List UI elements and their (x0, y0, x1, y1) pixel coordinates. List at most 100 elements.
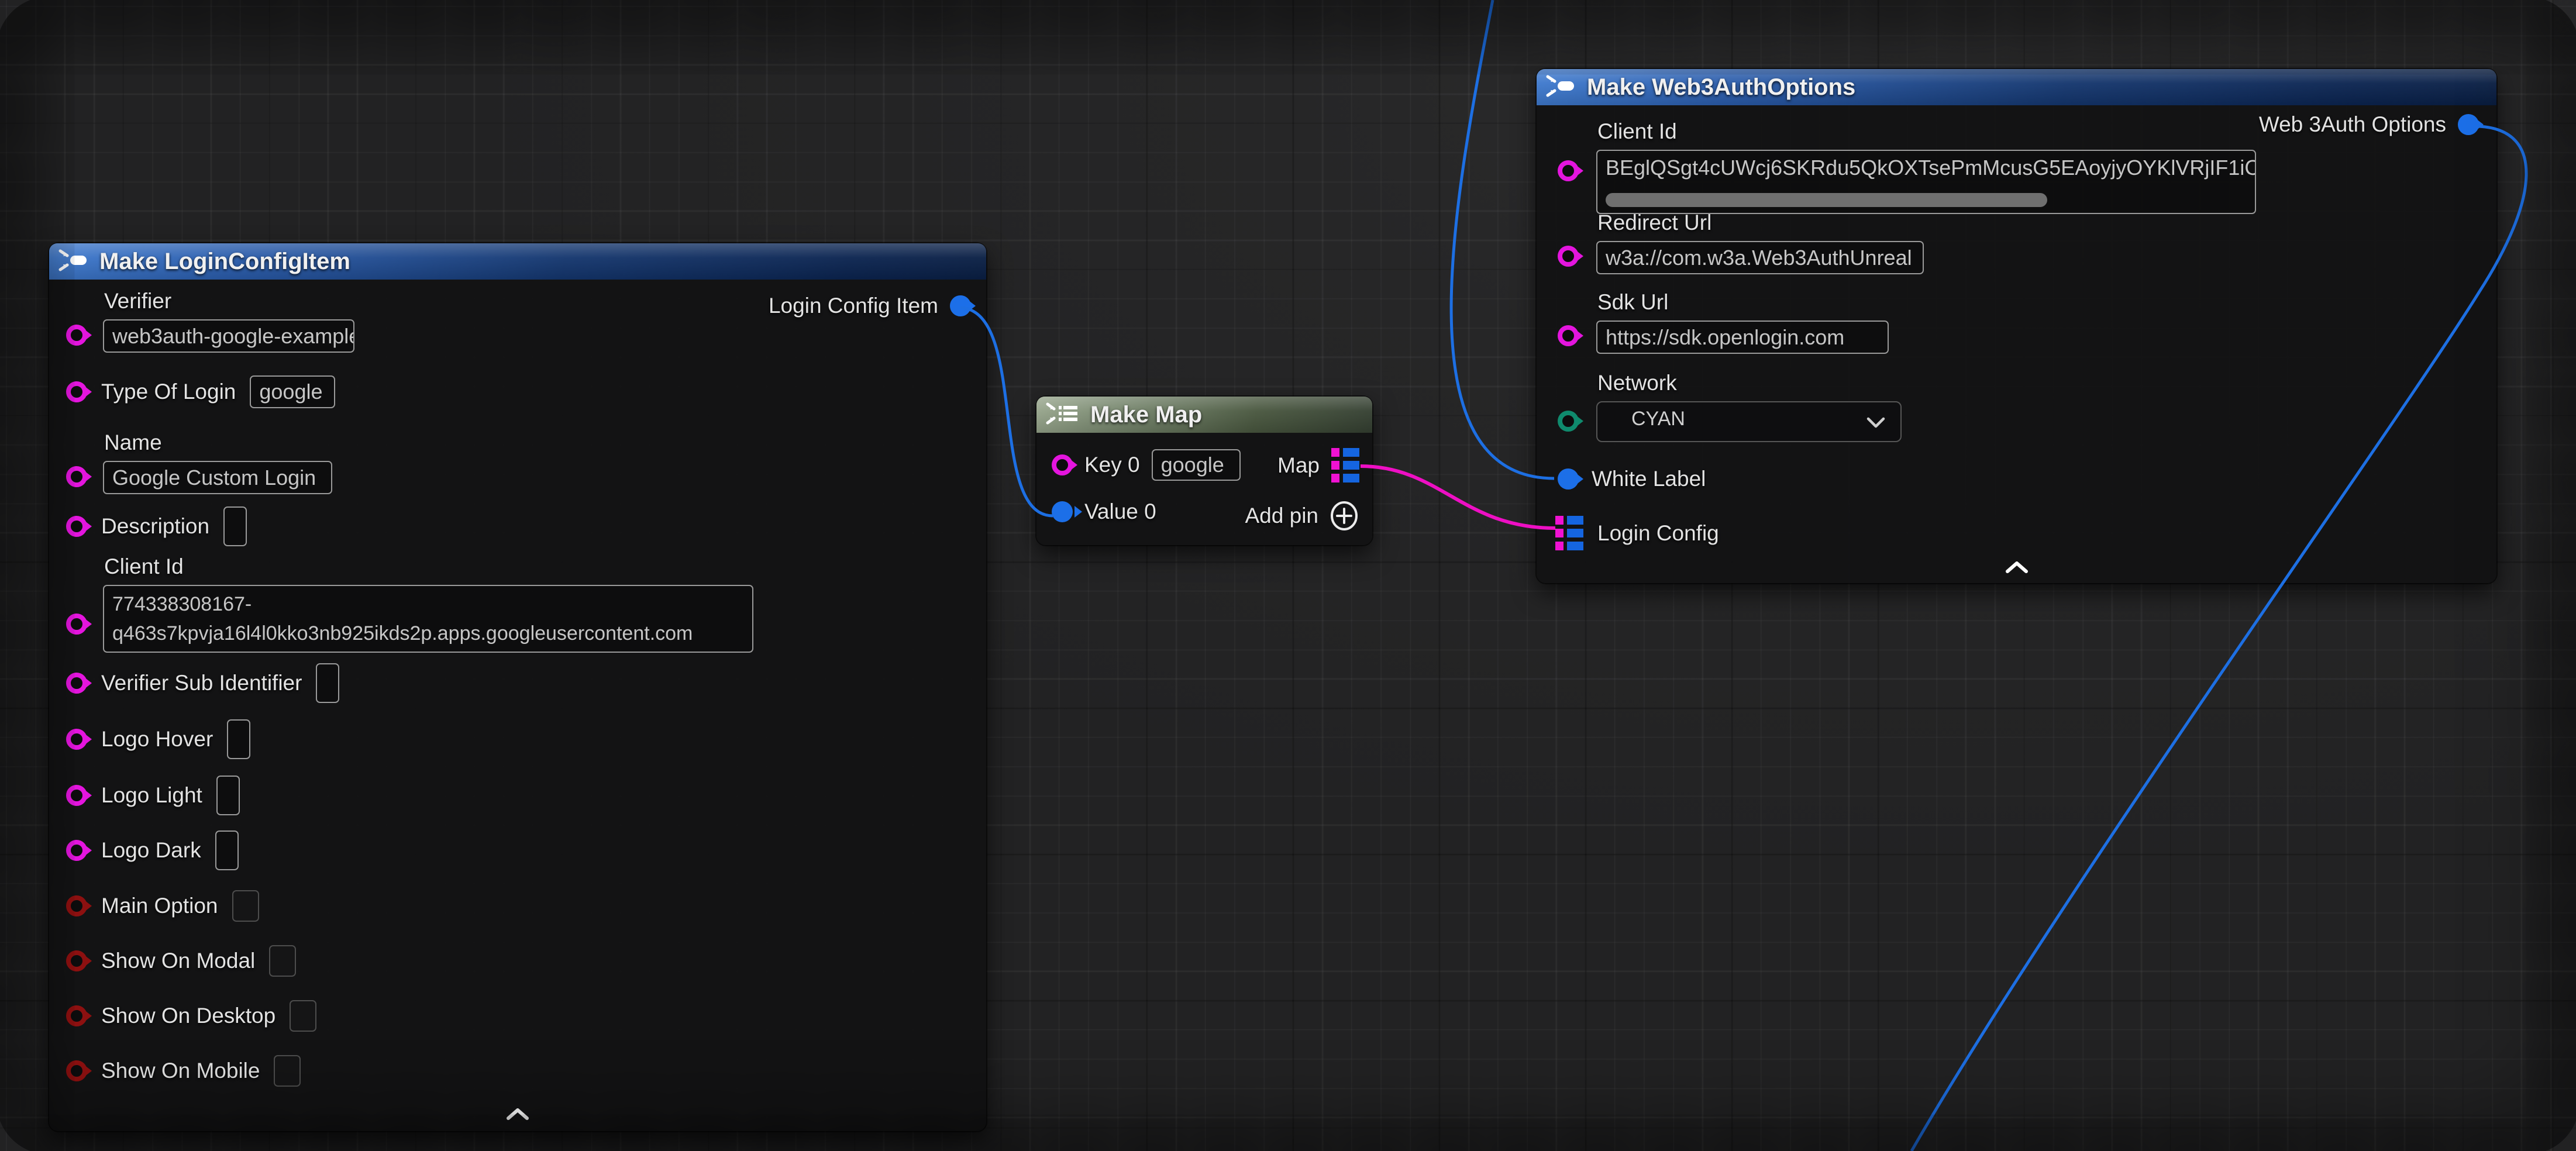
input-pin-show-on-desktop[interactable] (66, 1005, 87, 1026)
input-pin-key-0[interactable] (1052, 454, 1073, 475)
input-pin-client-id[interactable] (66, 614, 87, 635)
network-dropdown[interactable]: CYAN (1596, 401, 1902, 442)
map-pin-icon[interactable] (1331, 448, 1361, 483)
type-of-login-row: Type Of Login google (66, 375, 335, 408)
node-title: Make LoginConfigItem (99, 249, 350, 275)
pin-label-value-0: Value 0 (1084, 499, 1156, 524)
pin-label-sdk-url: Sdk Url (1597, 290, 1889, 315)
pin-label-type-of-login: Type Of Login (101, 380, 236, 404)
key-0-input[interactable]: google (1152, 449, 1241, 481)
input-pin-type-of-login[interactable] (66, 381, 87, 402)
sdk-url-input[interactable]: https://sdk.openlogin.com (1596, 321, 1889, 354)
input-pin-show-on-modal[interactable] (66, 950, 87, 971)
make-map-icon (1046, 401, 1080, 429)
node-header-make-web3authoptions[interactable]: Make Web3AuthOptions (1537, 69, 2496, 105)
pin-label-white-label: White Label (1592, 467, 1706, 491)
white-label-row: White Label (1558, 467, 1706, 491)
input-pin-name[interactable] (66, 466, 87, 487)
input-pin-verifier-sub-identifier[interactable] (66, 673, 87, 694)
value-0-row: Value 0 (1052, 499, 1156, 524)
name-input[interactable]: Google Custom Login (103, 461, 332, 494)
description-input[interactable] (223, 506, 247, 546)
type-of-login-input[interactable]: google (250, 375, 335, 408)
input-pin-sdk-url[interactable] (1558, 325, 1579, 346)
pin-label-map: Map (1277, 453, 1320, 478)
output-pin-login-config-item[interactable] (950, 295, 971, 316)
client-id-input[interactable]: BEglQSgt4cUWcj6SKRdu5QkOXTsePmMcusG5EAoy… (1596, 150, 2256, 214)
input-pin-white-label[interactable] (1558, 468, 1579, 490)
node-make-map[interactable]: Make Map Key 0 google Map Value 0 Add pi… (1036, 397, 1372, 545)
output-row-login-config-item: Login Config Item (769, 294, 971, 318)
login-config-row: Login Config (1555, 516, 1719, 551)
name-group: Name Google Custom Login (103, 430, 332, 494)
pin-label-show-on-modal: Show On Modal (101, 949, 255, 973)
node-make-web3authoptions[interactable]: Make Web3AuthOptions Web 3Auth Options C… (1537, 69, 2496, 583)
input-pin-show-on-mobile[interactable] (66, 1060, 87, 1081)
blueprint-graph-canvas[interactable]: Make LoginConfigItem Login Config Item V… (0, 0, 2576, 1151)
key-0-value: google (1161, 453, 1224, 477)
output-row-map: Map (1277, 448, 1361, 483)
make-struct-icon (58, 248, 89, 275)
node-make-loginconfigitem[interactable]: Make LoginConfigItem Login Config Item V… (49, 243, 986, 1131)
input-pin-client-id[interactable] (1558, 160, 1579, 181)
pin-label-login-config-item: Login Config Item (769, 294, 938, 318)
pin-label-key-0: Key 0 (1084, 453, 1140, 477)
redirect-url-group: Redirect Url w3a://com.w3a.Web3AuthUnrea… (1596, 211, 1924, 274)
input-pin-value-0[interactable] (1052, 501, 1073, 522)
make-struct-icon (1546, 74, 1576, 101)
key-0-row: Key 0 google (1052, 449, 1241, 481)
main-option-checkbox[interactable] (232, 890, 259, 922)
pin-label-main-option: Main Option (101, 894, 218, 918)
pin-label-logo-hover: Logo Hover (101, 727, 213, 752)
main-option-row: Main Option (66, 890, 259, 922)
verifier-sub-identifier-row: Verifier Sub Identifier (66, 663, 339, 703)
logo-hover-input[interactable] (227, 719, 250, 759)
input-pin-network[interactable] (1558, 411, 1579, 432)
pin-label-name: Name (104, 430, 332, 455)
login-config-map-pin-icon[interactable] (1555, 516, 1585, 551)
input-pin-logo-dark[interactable] (66, 840, 87, 861)
node-header-make-map[interactable]: Make Map (1036, 397, 1372, 433)
client-id-group: Client Id BEglQSgt4cUWcj6SKRdu5QkOXTsePm… (1596, 119, 2256, 214)
collapse-node-button[interactable] (2005, 561, 2029, 576)
add-pin-plus-icon (1329, 501, 1359, 531)
input-pin-logo-hover[interactable] (66, 729, 87, 750)
chevron-up-icon (2005, 561, 2029, 573)
add-pin-label: Add pin (1245, 504, 1319, 528)
logo-dark-row: Logo Dark (66, 830, 239, 870)
redirect-url-input[interactable]: w3a://com.w3a.Web3AuthUnreal (1596, 241, 1924, 274)
input-pin-redirect-url[interactable] (1558, 246, 1579, 267)
add-pin-button[interactable]: Add pin (1245, 501, 1360, 531)
show-on-modal-checkbox[interactable] (269, 945, 296, 977)
output-pin-web3auth-options[interactable] (2458, 114, 2479, 135)
verifier-input[interactable]: web3auth-google-example (103, 319, 354, 353)
input-pin-description[interactable] (66, 516, 87, 537)
input-pin-verifier[interactable] (66, 325, 87, 346)
client-id-input[interactable]: 774338308167- q463s7kpvja16l4l0kko3nb925… (103, 585, 753, 653)
logo-light-input[interactable] (216, 776, 240, 815)
input-pin-main-option[interactable] (66, 895, 87, 916)
type-of-login-value: google (259, 380, 322, 404)
client-id-value: BEglQSgt4cUWcj6SKRdu5QkOXTsePmMcusG5EAoy… (1606, 156, 2256, 180)
node-title: Make Map (1090, 402, 1202, 428)
pin-label-description: Description (101, 514, 209, 539)
collapse-node-button[interactable] (506, 1108, 529, 1123)
node-header-make-loginconfigitem[interactable]: Make LoginConfigItem (49, 243, 986, 280)
chevron-up-icon (506, 1108, 529, 1120)
show-on-mobile-checkbox[interactable] (274, 1055, 301, 1087)
verifier-group: Verifier web3auth-google-example (103, 289, 354, 353)
client-id-group: Client Id 774338308167- q463s7kpvja16l4l… (103, 554, 753, 653)
field-scrollbar-thumb[interactable] (1606, 193, 2047, 207)
input-pin-logo-light[interactable] (66, 785, 87, 806)
show-on-desktop-row: Show On Desktop (66, 1000, 316, 1032)
show-on-desktop-checkbox[interactable] (290, 1000, 316, 1032)
name-value: Google Custom Login (112, 466, 316, 490)
show-on-mobile-row: Show On Mobile (66, 1055, 301, 1087)
logo-dark-input[interactable] (215, 830, 239, 870)
node-title: Make Web3AuthOptions (1587, 74, 1855, 101)
sdk-url-value: https://sdk.openlogin.com (1606, 325, 1844, 350)
pin-label-client-id: Client Id (104, 554, 753, 579)
verifier-sub-identifier-input[interactable] (316, 663, 339, 703)
redirect-url-value: w3a://com.w3a.Web3AuthUnreal (1606, 246, 1912, 270)
verifier-value: web3auth-google-example (112, 324, 354, 349)
